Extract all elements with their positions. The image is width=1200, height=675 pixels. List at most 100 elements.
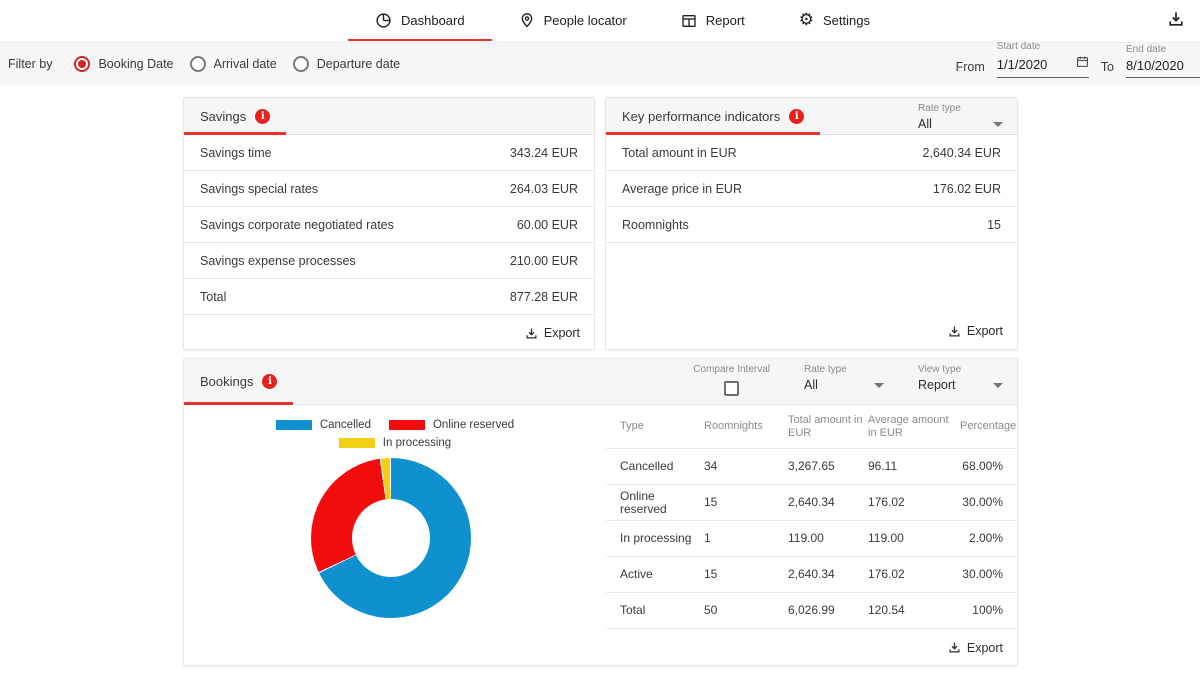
table-row: In processing 1 119.00 119.00 2.00% [606,521,1017,557]
tab-report[interactable]: Report [654,0,772,41]
kpi-export-button[interactable]: Export [606,313,1017,349]
kpi-row-value: 15 [987,217,1001,232]
cell-total: 2,640.34 [788,495,835,509]
cell-percentage: 30.00% [962,567,1003,581]
filter-by-label: Filter by [8,57,53,71]
export-label: Export [966,324,1003,338]
cell-average: 120.54 [868,603,905,617]
from-label: From [955,60,985,74]
bookings-rate-type-dropdown[interactable]: Rate type All [804,364,884,396]
download-icon [947,640,962,655]
savings-row: Savings time 343.24 EUR [184,135,594,171]
tab-label: People locator [543,13,627,28]
table-row: Cancelled 34 3,267.65 96.11 68.00% [606,449,1017,485]
end-date-value[interactable]: 8/10/2020 [1126,58,1184,73]
start-date-value[interactable]: 1/1/2020 [997,57,1048,72]
download-icon[interactable] [1166,9,1186,29]
compare-interval-checkbox[interactable] [724,381,740,396]
bookings-table: Type Roomnights Total amount in EUR Aver… [606,405,1017,665]
cell-percentage: 2.00% [968,531,1003,545]
radio-label: Arrival date [213,57,277,71]
location-pin-icon [519,12,535,29]
legend-swatch [388,420,425,430]
col-header: Type [620,420,644,432]
legend-item-online-reserved: Online reserved [388,419,515,431]
bookings-donut-chart [311,458,471,618]
cell-roomnights: 15 [704,495,718,509]
tab-label: Settings [823,13,870,28]
compare-interval-label: Compare Interval [693,364,770,375]
col-header: Roomnights [704,420,763,432]
savings-row-value: 877.28 EUR [509,289,578,304]
radio-label: Departure date [316,57,401,71]
cell-percentage: 30.00% [962,495,1003,509]
cell-roomnights: 50 [704,603,718,617]
cell-type: Cancelled [620,459,674,473]
chevron-down-icon [874,382,884,388]
top-nav: Dashboard People locator Report ⚙ Settin… [0,0,1200,42]
savings-export-button[interactable]: Export [184,315,594,351]
cell-average: 119.00 [868,531,904,545]
savings-card-header: Savings [184,98,594,135]
col-header: Average amount in EUR [868,413,949,439]
info-icon[interactable] [262,374,278,389]
radio-booking-date[interactable]: Booking Date [74,56,174,72]
savings-row-label: Savings special rates [200,181,319,196]
cell-type: In processing [620,531,692,545]
dashboard-icon [375,12,392,29]
cell-total: 6,026.99 [788,603,835,617]
start-date-field[interactable]: Start date 1/1/2020 [996,41,1089,78]
table-row: Active 15 2,640.34 176.02 30.00% [606,557,1017,593]
filter-bar: Filter by Booking Date Arrival date Depa… [0,41,1200,85]
savings-row-label: Savings expense processes [200,253,356,268]
export-label: Export [543,326,580,340]
cell-percentage: 100% [972,603,1003,617]
savings-row-value: 264.03 EUR [509,181,578,196]
kpi-row: Average price in EUR 176.02 EUR [606,171,1017,207]
rate-type-value: All [804,378,818,392]
calendar-icon[interactable] [1076,55,1089,73]
table-row: Online reserved 15 2,640.34 176.02 30.00… [606,485,1017,521]
info-icon[interactable] [789,108,805,124]
gear-icon: ⚙ [798,10,815,30]
tab-people-locator[interactable]: People locator [492,0,654,41]
bookings-card: Bookings Compare Interval Rate type All … [183,358,1018,666]
cell-roomnights: 1 [704,531,711,545]
compare-interval-control: Compare Interval [693,364,770,396]
chevron-down-icon [993,382,1003,388]
view-type-dropdown[interactable]: View type Report [918,364,1003,396]
bookings-chart-zone: Cancelled Online reserved In processing [184,405,606,665]
savings-total-row: Total 877.28 EUR [184,279,594,315]
nav-tabs: Dashboard People locator Report ⚙ Settin… [348,0,897,41]
cell-type: Online reserved [620,488,667,516]
kpi-row-value: 2,640.34 EUR [922,145,1001,160]
cell-type: Active [620,567,653,581]
view-type-label: View type [918,364,962,375]
radio-arrival-date[interactable]: Arrival date [189,56,277,72]
kpi-card: Key performance indicators Rate type All… [605,97,1018,350]
bookings-export-button[interactable]: Export [947,630,1003,666]
savings-row: Savings corporate negotiated rates 60.00… [184,207,594,243]
cell-type: Total [620,603,646,617]
radio-departure-date[interactable]: Departure date [292,56,401,72]
kpi-rate-type-dropdown[interactable]: Rate type All [918,103,1003,131]
savings-row-value: 343.24 EUR [509,145,578,160]
table-total-row: Total 50 6,026.99 120.54 100% [606,593,1017,629]
info-icon[interactable] [255,108,271,124]
savings-card: Savings Savings time 343.24 EUR Savings … [183,97,595,350]
end-date-field[interactable]: End date 8/10/2020 [1126,44,1200,78]
legend-swatch [338,438,375,448]
cell-total: 3,267.65 [788,459,835,473]
bookings-card-header: Bookings Compare Interval Rate type All … [184,359,1017,405]
tab-dashboard[interactable]: Dashboard [348,0,492,41]
legend-label: Online reserved [432,419,515,431]
export-label: Export [966,640,1003,655]
savings-row: Savings special rates 264.03 EUR [184,171,594,207]
rate-type-label: Rate type [804,364,847,375]
tab-settings[interactable]: ⚙ Settings [772,0,897,41]
legend-swatch [275,420,312,430]
download-icon [524,326,539,341]
end-date-label: End date [1126,44,1167,55]
kpi-row-label: Total amount in EUR [622,145,737,160]
radio-label: Booking Date [98,57,174,71]
